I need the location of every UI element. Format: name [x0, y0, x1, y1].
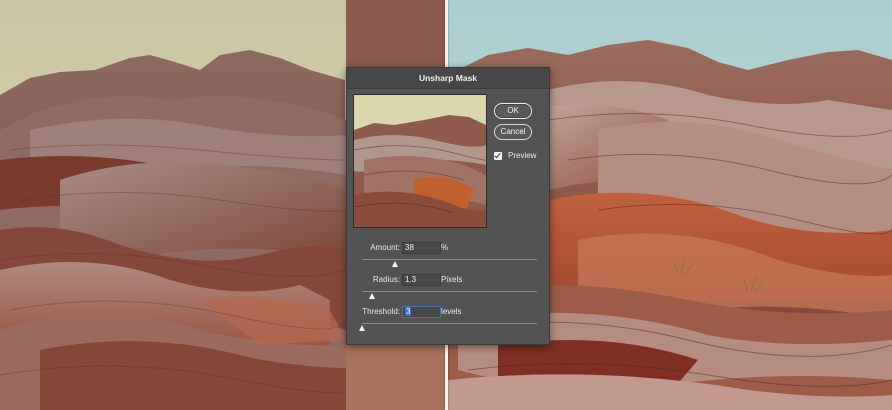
threshold-slider-track[interactable] [362, 323, 537, 324]
radius-unit: Pixels [441, 275, 463, 284]
amount-row: Amount: 38 % [347, 242, 547, 256]
radius-slider-thumb[interactable] [369, 293, 375, 299]
preview-checkbox[interactable] [494, 151, 502, 160]
amount-slider-thumb[interactable] [392, 261, 398, 267]
ok-button[interactable]: OK [494, 103, 532, 119]
dialog-title[interactable]: Unsharp Mask [347, 68, 549, 89]
radius-label: Radius: [372, 275, 400, 284]
threshold-label: Threshold: [362, 307, 400, 316]
amount-label: Amount: [370, 243, 400, 252]
threshold-slider-thumb[interactable] [359, 325, 365, 331]
threshold-row: Threshold: 3 levels [347, 306, 547, 320]
radius-input[interactable]: 1.3 [402, 274, 441, 286]
radius-slider-track[interactable] [362, 291, 537, 292]
amount-slider-track[interactable] [362, 259, 537, 260]
preview-label: Preview [508, 151, 537, 160]
filter-preview-window[interactable] [353, 94, 487, 228]
threshold-input[interactable]: 3 [402, 306, 441, 318]
preview-checkbox-row[interactable]: Preview [494, 151, 536, 160]
unsharp-mask-dialog: Unsharp Mask OK Cancel Preview Amount: 3… [346, 67, 550, 345]
amount-unit: % [441, 243, 449, 252]
cancel-button[interactable]: Cancel [494, 124, 532, 140]
radius-row: Radius: 1.3 Pixels [347, 274, 547, 288]
threshold-unit: levels [441, 307, 462, 316]
amount-input[interactable]: 38 [402, 242, 441, 254]
